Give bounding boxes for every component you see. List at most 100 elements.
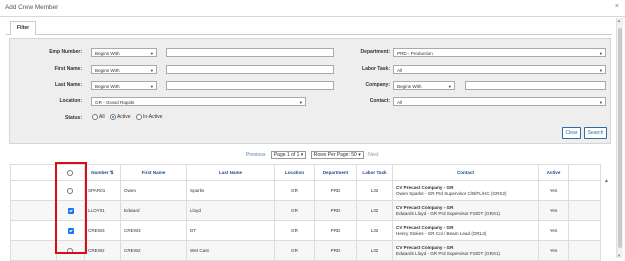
status-option-active-label: Active	[116, 114, 131, 121]
selection-highlight-box	[55, 162, 87, 254]
rows-per-page-select[interactable]: Rows Per Page: 50 ▾	[310, 151, 364, 159]
header-location[interactable]: Location	[274, 164, 315, 181]
cell-contact: CV Precast Company - GR Owen Sparks - GR …	[392, 180, 539, 201]
labor-task-value: All	[397, 68, 403, 73]
cell-labor-task: L32	[356, 240, 393, 261]
grid-scrollbar[interactable]: ▲	[603, 178, 610, 256]
header-contact[interactable]: Contact	[392, 164, 539, 181]
company-input[interactable]	[465, 81, 606, 90]
location-label: Location:	[59, 98, 83, 104]
cell-labor-task: L32	[356, 220, 393, 241]
row-spacer	[10, 220, 57, 241]
cell-department: PRD	[314, 240, 357, 261]
header-number[interactable]: Number ⇅	[84, 164, 121, 181]
dialog-title: Add Crew Member	[5, 4, 59, 11]
chevron-down-icon: ▾	[599, 100, 602, 105]
header-spacer-right	[568, 164, 601, 181]
company-operator-select[interactable]: Begins With ▾	[393, 81, 455, 90]
pager-next[interactable]: Next	[368, 152, 378, 158]
row-spacer-right	[568, 240, 601, 261]
location-value: GR - Grand Rapids	[95, 100, 135, 105]
tab-bar: Filter	[6, 20, 612, 35]
pager-previous[interactable]: Previous	[246, 152, 265, 158]
filter-panel: Emp Number: Begins With ▾ First Name: Beg…	[9, 38, 611, 144]
cell-department: PRD	[314, 200, 357, 221]
search-button[interactable]: Search	[584, 127, 607, 139]
clear-button[interactable]: Clear	[562, 127, 581, 139]
cell-active: Yes	[538, 240, 569, 261]
chevron-down-icon: ▾	[599, 68, 602, 73]
chevron-down-icon: ▾	[150, 68, 153, 73]
cell-department: PRD	[314, 180, 357, 201]
scroll-up-icon[interactable]: ▲	[604, 178, 609, 184]
scroll-up-icon[interactable]: ▲	[617, 18, 621, 23]
row-spacer	[10, 200, 57, 221]
first-name-operator-value: Begins With	[95, 68, 120, 73]
chevron-down-icon: ▾	[150, 51, 153, 56]
table-row[interactable]: CREW3 CREW3 DT GR PRD L32 CV Precast Com…	[10, 220, 601, 241]
dialog-scrollbar[interactable]: ▲ ▼	[616, 18, 623, 258]
status-option-inactive-label: In-Active	[142, 114, 163, 121]
cell-active: Yes	[538, 220, 569, 241]
table-row[interactable]: CREW2 CREW2 Wet Cast GR PRD L32 CV Preca…	[10, 240, 601, 261]
status-option-all-label: All	[99, 114, 105, 121]
tab-filter[interactable]: Filter	[10, 21, 36, 35]
contact-select[interactable]: All ▾	[393, 97, 606, 106]
labor-task-label: Labor Task:	[362, 66, 390, 72]
header-first-name[interactable]: First Name	[120, 164, 187, 181]
cell-number: LLOY01	[84, 200, 121, 221]
department-select[interactable]: PRD - Production ▾	[393, 48, 606, 57]
first-name-operator-select[interactable]: Begins With ▾	[91, 65, 157, 74]
first-name-input[interactable]	[166, 65, 334, 74]
emp-number-input[interactable]	[166, 48, 334, 57]
location-select[interactable]: GR - Grand Rapids ▾	[91, 97, 306, 106]
last-name-operator-select[interactable]: Begins With ▾	[91, 81, 157, 90]
page-select-value: Page 1 of 1	[273, 152, 300, 158]
page-select[interactable]: Page 1 of 1 ▾	[270, 151, 307, 159]
contact-value: All	[397, 100, 403, 105]
last-name-input[interactable]	[166, 81, 334, 90]
contact-detail: Owen Sparks - GR Prd Supervisor C/B/FL/H…	[396, 190, 507, 196]
cell-active: Yes	[538, 180, 569, 201]
rows-per-page-value: Rows Per Page: 50	[313, 152, 357, 158]
cell-number: CREW3	[84, 220, 121, 241]
status-option-all[interactable]: All	[92, 114, 105, 120]
status-label: Status:	[65, 115, 82, 121]
company-label: Company:	[365, 82, 390, 88]
scrollbar-thumb[interactable]	[618, 28, 622, 248]
header-last-name[interactable]: Last Name	[186, 164, 275, 181]
cell-first-name: Owen	[120, 180, 187, 201]
row-spacer	[10, 180, 57, 201]
close-icon[interactable]: ×	[615, 3, 619, 10]
status-option-active[interactable]: Active	[109, 114, 131, 121]
header-labor-task[interactable]: Labor Task	[356, 164, 393, 181]
sort-icon: ⇅	[109, 169, 114, 175]
scroll-down-icon[interactable]: ▼	[617, 253, 621, 258]
cell-number: CREW2	[84, 240, 121, 261]
crew-table: Number ⇅ First Name Last Name Location D…	[10, 164, 601, 261]
cell-first-name: CREW2	[120, 240, 187, 261]
table-row[interactable]: SPAR01 Owen Sparks GR PRD L32 CV Precast…	[10, 180, 601, 201]
table-header-row: Number ⇅ First Name Last Name Location D…	[10, 164, 601, 181]
radio-selected-icon	[109, 114, 116, 120]
cell-last-name: DT	[186, 220, 275, 241]
labor-task-select[interactable]: All ▾	[393, 65, 606, 74]
header-department[interactable]: Department	[314, 164, 357, 181]
pager: Previous Page 1 of 1 ▾ Rows Per Page: 50…	[246, 151, 382, 159]
row-spacer-right	[568, 200, 601, 221]
status-radio-group: All Active In-Active	[92, 114, 166, 120]
table-row[interactable]: LLOY01 Edward Lloyd GR PRD L32 CV Precas…	[10, 200, 601, 221]
contact-label: Contact:	[369, 98, 390, 104]
last-name-operator-value: Begins With	[95, 84, 120, 89]
cell-first-name: CREW3	[120, 220, 187, 241]
department-value: PRD - Production	[397, 51, 433, 56]
cell-last-name: Lloyd	[186, 200, 275, 221]
header-active[interactable]: Active	[538, 164, 569, 181]
first-name-label: First Name:	[54, 66, 82, 72]
cell-contact: CV Precast Company - GR Henry Stokes - GR…	[392, 220, 539, 241]
status-option-inactive[interactable]: In-Active	[135, 114, 163, 121]
emp-number-label: Emp Number:	[49, 49, 82, 55]
contact-detail: Edwards Lloyd - GR Prd Supervisor FS/DT …	[396, 210, 501, 216]
cell-last-name: Wet Cast	[186, 240, 275, 261]
emp-number-operator-select[interactable]: Begins With ▾	[91, 48, 157, 57]
